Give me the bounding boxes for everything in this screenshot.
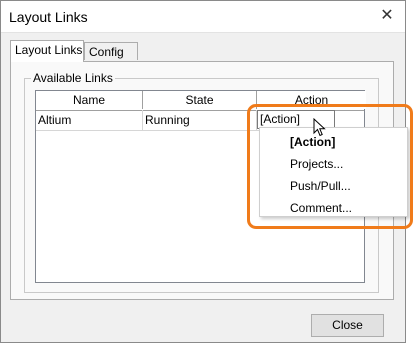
- window-title: Layout Links: [9, 9, 88, 25]
- cell-name: Altium: [36, 110, 143, 130]
- highlight-callout: [247, 104, 413, 229]
- tab-config[interactable]: Config: [84, 42, 138, 60]
- close-icon[interactable]: ✕: [375, 4, 399, 28]
- cell-state: Running: [143, 110, 257, 130]
- mouse-pointer-icon: [313, 118, 326, 137]
- column-header-name[interactable]: Name: [36, 91, 143, 109]
- tab-layout-links[interactable]: Layout Links: [10, 40, 84, 62]
- close-button[interactable]: Close: [311, 314, 384, 337]
- group-legend: Available Links: [31, 71, 115, 85]
- title-bar: Layout Links ✕: [1, 1, 405, 33]
- column-header-state[interactable]: State: [143, 91, 257, 109]
